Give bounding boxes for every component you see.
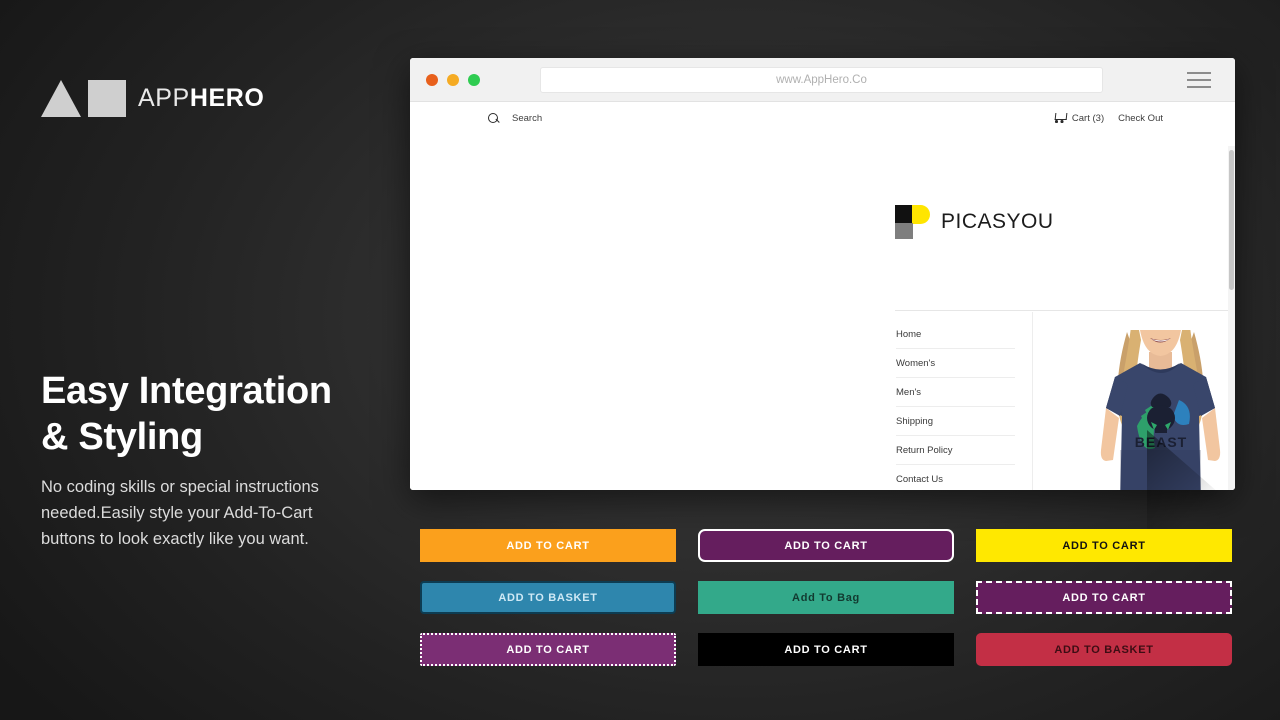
- store-page: Search Cart (3) Check Out PICASYOU Home …: [410, 102, 1235, 490]
- gallery-button-7[interactable]: ADD TO CART: [420, 633, 676, 666]
- picasyou-mark-icon: [895, 205, 930, 239]
- search-icon: [488, 112, 499, 124]
- square-icon: [88, 80, 126, 117]
- apphero-logo: APPHERO: [41, 80, 264, 117]
- browser-window: www.AppHero.Co Search Cart (3) Check Out: [410, 58, 1235, 490]
- gallery-button-1[interactable]: ADD TO CART: [420, 529, 676, 562]
- gallery-cell-1: ADD TO CART: [420, 529, 676, 562]
- gallery-button-3[interactable]: ADD TO CART: [976, 529, 1232, 562]
- gallery-cell-9: ADD TO BASKET: [976, 633, 1232, 666]
- gallery-cell-7: ADD TO CART: [420, 633, 676, 666]
- gallery-cell-2: ADD TO CART: [698, 529, 954, 562]
- logo-marks: [41, 80, 126, 117]
- triangle-icon: [41, 80, 81, 117]
- nav-item-shipping[interactable]: Shipping: [896, 407, 1015, 436]
- gallery-cell-5: Add To Bag: [698, 581, 954, 614]
- nav-item-return-policy[interactable]: Return Policy: [896, 436, 1015, 465]
- close-icon[interactable]: [426, 73, 438, 86]
- product-photo-illustration: BEAST: [1093, 330, 1228, 490]
- button-style-gallery: ADD TO CART ADD TO CART ADD TO CART ADD TO …: [420, 529, 1232, 666]
- gallery-cell-8: ADD TO CART: [698, 633, 954, 666]
- brand-name-light: APP: [138, 84, 190, 112]
- search-control[interactable]: Search: [488, 112, 543, 124]
- subcopy: No coding skills or special instructions…: [41, 478, 319, 548]
- brand-name-bold: HERO: [189, 84, 265, 112]
- nav-item-womens[interactable]: Women's: [896, 349, 1015, 378]
- brand-wordmark: APPHERO: [138, 84, 264, 113]
- url-text: www.AppHero.Co: [776, 73, 867, 86]
- hamburger-icon[interactable]: [1187, 71, 1211, 88]
- store-name: PICASYOU: [941, 210, 1054, 233]
- cart-label: Cart (3): [1071, 112, 1105, 124]
- gallery-cell-6: ADD TO CART: [976, 581, 1232, 614]
- address-bar[interactable]: www.AppHero.Co: [540, 66, 1103, 93]
- nav-item-contact-us[interactable]: Contact Us: [896, 465, 1015, 490]
- nav-item-mens[interactable]: Men's: [896, 378, 1015, 407]
- gallery-cell-4: ADD TO BASKET: [420, 581, 676, 614]
- cart-icon: [1054, 113, 1067, 123]
- nav-item-home[interactable]: Home: [896, 320, 1015, 349]
- gallery-button-9[interactable]: ADD TO BASKET: [976, 633, 1232, 666]
- cart-link[interactable]: Cart (3): [1054, 113, 1104, 124]
- scrollbar-thumb[interactable]: [1229, 150, 1234, 290]
- header-divider: [895, 310, 1235, 311]
- gallery-button-8[interactable]: ADD TO CART: [698, 633, 954, 666]
- product-image[interactable]: BEAST: [1093, 330, 1228, 490]
- maximize-icon[interactable]: [468, 73, 480, 86]
- topbar-actions: Cart (3) Check Out: [1054, 113, 1163, 124]
- headline: Easy Integration & Styling: [41, 370, 332, 458]
- search-label: Search: [512, 112, 543, 124]
- checkout-link[interactable]: Check Out: [1118, 113, 1163, 124]
- svg-text:BEAST: BEAST: [1135, 434, 1187, 450]
- gallery-button-6[interactable]: ADD TO CART: [976, 581, 1232, 614]
- traffic-lights: [426, 73, 480, 86]
- browser-chrome: www.AppHero.Co: [410, 58, 1235, 102]
- store-topbar: Search Cart (3) Check Out: [410, 102, 1235, 134]
- promo-slide: APPHERO Easy Integration & Styling No co…: [0, 0, 1280, 720]
- column-divider: [1032, 312, 1033, 490]
- gallery-button-4[interactable]: ADD TO BASKET: [420, 581, 676, 614]
- gallery-button-2[interactable]: ADD TO CART: [698, 529, 954, 562]
- gallery-button-5[interactable]: Add To Bag: [698, 581, 954, 614]
- minimize-icon[interactable]: [447, 73, 459, 86]
- store-logo[interactable]: PICASYOU: [895, 205, 1054, 239]
- store-nav: Home Women's Men's Shipping Return Polic…: [896, 320, 1015, 490]
- gallery-cell-3: ADD TO CART: [976, 529, 1232, 562]
